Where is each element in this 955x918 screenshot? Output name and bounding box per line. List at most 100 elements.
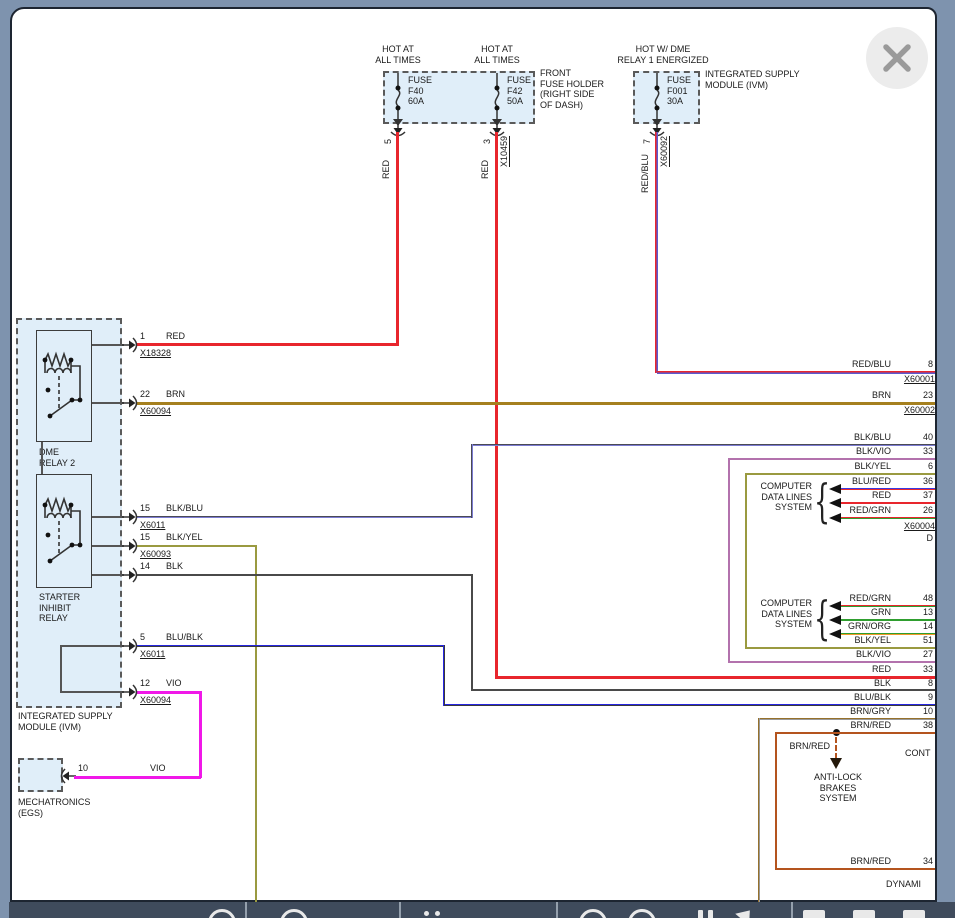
circle-tool-icon[interactable] bbox=[208, 909, 236, 918]
wire-label-row: BRN/RED38 bbox=[770, 720, 933, 730]
circle-tool-icon[interactable] bbox=[280, 909, 308, 918]
fuse-word: FUSE bbox=[507, 75, 531, 85]
wire-color-label: RED/BLU bbox=[770, 359, 891, 369]
wire-name-vertical: RED bbox=[381, 147, 391, 179]
wire-color-label: BLK/VIO bbox=[770, 446, 891, 456]
wire-segment bbox=[775, 732, 777, 870]
wire-arrow-left-icon bbox=[829, 513, 841, 523]
dme-relay2-label: DME RELAY 2 bbox=[39, 447, 75, 468]
pin-label: 15BLK/YEL bbox=[140, 532, 260, 542]
wire-segment bbox=[473, 689, 935, 691]
connector-label: X6011 bbox=[140, 649, 165, 659]
wire-color-label: BRN/RED bbox=[770, 856, 891, 866]
wire-color-label: BRN bbox=[770, 390, 891, 400]
fuse-code: F001 bbox=[667, 86, 688, 96]
wire-pin-number: 48 bbox=[907, 593, 933, 603]
fuse-code: F40 bbox=[408, 86, 424, 96]
wire-label-row: RED/GRN26 bbox=[770, 505, 933, 515]
wire-segment bbox=[758, 718, 760, 902]
dots-icon[interactable] bbox=[424, 911, 429, 916]
wire-segment bbox=[745, 473, 747, 649]
wire-label-row: RED/GRN48 bbox=[770, 593, 933, 603]
wire-label-row: BRN/RED 34 bbox=[770, 856, 933, 866]
wire-pin-number: 8 bbox=[907, 678, 933, 688]
connector-label: X60094 bbox=[140, 695, 171, 705]
wire-segment bbox=[136, 691, 201, 694]
page-icon[interactable] bbox=[803, 910, 825, 918]
fuse-pin-number: 3 bbox=[482, 128, 492, 144]
front-fuse-holder-label: FRONT FUSE HOLDER (RIGHT SIDE OF DASH) bbox=[540, 68, 604, 110]
wire-pin-number: 37 bbox=[907, 490, 933, 500]
toolbar-separator bbox=[791, 902, 793, 918]
fuse-word: FUSE bbox=[667, 75, 691, 85]
dme-relay2-symbol bbox=[36, 330, 92, 442]
wire-arrow-left-icon bbox=[829, 484, 841, 494]
wire-color-label: BLK/BLU bbox=[166, 503, 203, 513]
pin-cup bbox=[122, 639, 140, 653]
connector-x60004: X60004 bbox=[835, 521, 935, 531]
wire-pin-number: 27 bbox=[907, 649, 933, 659]
wire-label-row: RED33 bbox=[770, 664, 933, 674]
wire-label-row: BLK/YEL6 bbox=[770, 461, 933, 471]
wire-pin-number: 51 bbox=[907, 635, 933, 645]
wire-segment bbox=[841, 502, 935, 504]
connector-label: X10459 bbox=[499, 129, 509, 167]
pin-label: 12VIO bbox=[140, 678, 260, 688]
circle-tool-icon[interactable] bbox=[579, 909, 607, 918]
fuse-symbol-f001 bbox=[647, 73, 667, 126]
wire-pin-number: 34 bbox=[907, 856, 933, 866]
wire-color-label: BLK bbox=[770, 678, 891, 688]
wire-segment bbox=[443, 645, 445, 706]
toolbar-separator bbox=[399, 902, 401, 918]
wire-label-row: RED/BLU8 bbox=[770, 359, 933, 369]
wire-segment bbox=[728, 661, 935, 663]
fuse-f40-text: FUSEF4060A bbox=[408, 75, 432, 107]
circle-tool-icon[interactable] bbox=[628, 909, 656, 918]
page-icon[interactable] bbox=[853, 910, 875, 918]
close-button[interactable] bbox=[866, 27, 928, 89]
wire-segment bbox=[136, 545, 257, 547]
wire-segment bbox=[199, 691, 202, 778]
starter-relay-label: STARTER INHIBIT RELAY bbox=[39, 592, 80, 624]
wire-label-row: GRN/ORG14 bbox=[770, 621, 933, 631]
wire-segment bbox=[775, 868, 935, 870]
wire-pin-number: 6 bbox=[907, 461, 933, 471]
mechatronics-box bbox=[18, 758, 63, 792]
pause-bars-icon[interactable] bbox=[698, 910, 703, 918]
dots-icon[interactable] bbox=[435, 911, 440, 916]
wire-segment bbox=[136, 574, 473, 576]
fuse-pin-number: 5 bbox=[383, 128, 393, 144]
wire-pin-number: 14 bbox=[907, 621, 933, 631]
fuse-symbol-f42 bbox=[487, 73, 507, 126]
pin-number: 1 bbox=[140, 331, 166, 341]
pause-bars-icon[interactable] bbox=[708, 910, 713, 918]
pin-number: 15 bbox=[140, 503, 166, 513]
ivm-module-label: INTEGRATED SUPPLY MODULE (IVM) bbox=[18, 711, 113, 732]
hot-at-label-1: HOT AT ALL TIMES bbox=[353, 44, 443, 65]
pin-number: 14 bbox=[140, 561, 166, 571]
pin-cup bbox=[122, 396, 140, 410]
module-internal-wire bbox=[41, 442, 43, 474]
wire-arrow-left-icon bbox=[829, 498, 841, 508]
pin-number: 5 bbox=[140, 632, 166, 642]
anti-lock-brakes-label: ANTI-LOCK BRAKES SYSTEM bbox=[792, 772, 884, 804]
wire-pin-number: 36 bbox=[907, 476, 933, 486]
share-arrow-icon[interactable] bbox=[735, 905, 757, 918]
wire-color-label: BLK/VIO bbox=[770, 649, 891, 659]
wire-segment bbox=[471, 574, 473, 691]
page-icon[interactable] bbox=[903, 910, 925, 918]
mech-wire-name: VIO bbox=[150, 763, 166, 774]
wire-arrow-left-icon bbox=[829, 615, 841, 625]
wire-arrow-left-icon bbox=[829, 601, 841, 611]
pin-cup bbox=[122, 539, 140, 553]
connector-label: X60093 bbox=[140, 549, 171, 559]
cut-label-d: D bbox=[913, 533, 933, 544]
wire-label-row: BLK/VIO 27 bbox=[770, 649, 933, 659]
module-internal-wire bbox=[92, 402, 124, 404]
wire-pin-number: 23 bbox=[907, 390, 933, 400]
fuse-amps: 30A bbox=[667, 96, 683, 106]
fuse-symbol-f40 bbox=[388, 73, 408, 126]
module-internal-wire bbox=[60, 645, 62, 693]
fuse-f42-text: FUSEF4250A bbox=[507, 75, 531, 107]
wire-color-label: BLU/BLK bbox=[166, 632, 203, 642]
